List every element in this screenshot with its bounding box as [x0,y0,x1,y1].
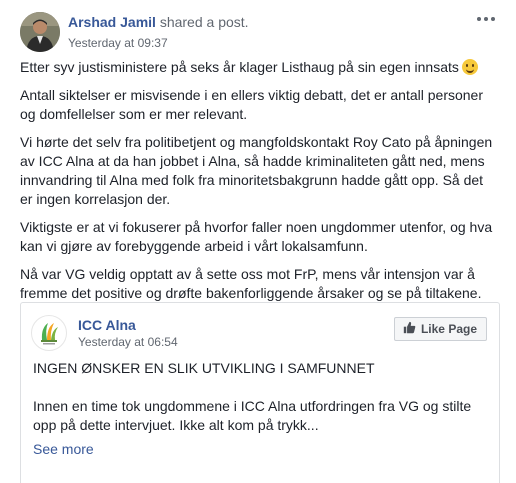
shared-post-timestamp[interactable]: Yesterday at 06:54 [78,335,178,349]
author-name[interactable]: Arshad Jamil [68,14,156,30]
post-paragraph: Vi hørte det selv fra politibetjent og m… [20,134,493,207]
post-timestamp[interactable]: Yesterday at 09:37 [68,36,168,50]
post-header: Arshad Jamil shared a post. Yesterday at… [20,10,500,54]
thumbs-up-icon [403,321,416,337]
smiley-emoji-icon [461,59,478,75]
author-line: Arshad Jamil shared a post. [68,14,249,30]
like-page-button[interactable]: Like Page [393,317,487,341]
post-paragraph: Antall siktelser er misvisende i en elle… [20,87,483,122]
shared-post-embed[interactable]: ICC Alna Yesterday at 06:54 Like Page IN… [20,302,500,483]
icc-alna-logo[interactable] [31,315,67,351]
post-paragraph: Etter syv justisministere på seks år kla… [20,58,498,77]
see-more-link[interactable]: See more [33,441,94,457]
shared-page-name[interactable]: ICC Alna [78,317,136,333]
shared-post-body: INGEN ØNSKER EN SLIK UTVIKLING I SAMFUNN… [33,359,483,454]
post-paragraph: Nå var VG veldig opptatt av å sette oss … [20,266,482,301]
post-body: Etter syv justisministere på seks år kla… [20,58,498,312]
shared-post-paragraph: INGEN ØNSKER EN SLIK UTVIKLING I SAMFUNN… [33,360,375,376]
share-action-text: shared a post. [155,14,249,30]
shared-post-paragraph: Innen en time tok ungdommene i ICC Alna … [33,398,472,433]
shared-post-header: ICC Alna Yesterday at 06:54 Like Page [31,315,487,351]
post-paragraph: Viktigste er at vi fokuserer på hvorfor … [20,219,493,254]
shared-post-card: Arshad Jamil shared a post. Yesterday at… [0,0,516,483]
more-options-icon[interactable] [476,12,496,26]
author-avatar[interactable] [20,12,60,52]
like-page-label: Like Page [420,322,477,336]
